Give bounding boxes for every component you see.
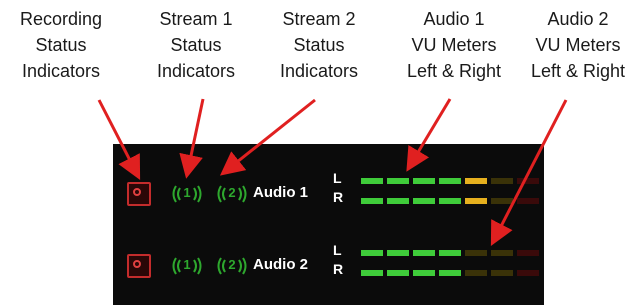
vu-segment (491, 270, 513, 276)
vu-segment (413, 198, 435, 204)
callout-line: Left & Right (530, 61, 626, 81)
vu-segment (413, 250, 435, 256)
stream2-status-icon: 2 (214, 182, 250, 206)
vu-segment (387, 178, 409, 184)
callout-stream2-status: Stream 2 Status Indicators (265, 6, 373, 84)
stream1-status-icon: 1 (169, 254, 205, 278)
callout-line: VU Meters (411, 35, 497, 55)
stream1-status-icon: 1 (169, 182, 205, 206)
callout-line: Status (170, 35, 222, 55)
vu-segment (517, 270, 539, 276)
callout-audio1-vu: Audio 1 VU Meters Left & Right (392, 6, 516, 84)
vu-segment (517, 178, 539, 184)
callout-recording-status: Recording Status Indicators (2, 6, 120, 84)
callout-line: Stream 1 (159, 9, 233, 29)
vu-segment (465, 198, 487, 204)
channel-left-label: L (333, 170, 342, 186)
record-ring (133, 188, 141, 196)
vu-segment (491, 250, 513, 256)
vu-segment (491, 198, 513, 204)
stream-number: 1 (183, 185, 191, 200)
vu-segment (361, 270, 383, 276)
callout-line: Stream 2 (282, 9, 356, 29)
callout-line: Indicators (156, 61, 236, 81)
record-icon[interactable] (127, 182, 151, 206)
channel-right-label: R (333, 189, 344, 205)
callout-line: Status (35, 35, 87, 55)
callout-stream1-status: Stream 1 Status Indicators (142, 6, 250, 84)
stream-number: 1 (183, 257, 191, 272)
record-ring (133, 260, 141, 268)
vu-segment (439, 250, 461, 256)
vu-segment (413, 178, 435, 184)
stream-number: 2 (228, 257, 236, 272)
channel-left-label: L (333, 242, 342, 258)
audio-label: Audio 2 (253, 256, 308, 273)
record-icon[interactable] (127, 254, 151, 278)
status-panel: 1 2 Audio 1 L R 1 2 Audio 2 L R (113, 144, 544, 305)
callout-line: Recording (19, 9, 103, 29)
vu-segment (413, 270, 435, 276)
callout-line: Left & Right (406, 61, 502, 81)
audio-label: Audio 1 (253, 184, 308, 201)
stream2-status-icon: 2 (214, 254, 250, 278)
audio-row-1: 1 2 Audio 1 L R (113, 170, 544, 218)
vu-segment (465, 270, 487, 276)
vu-segment (387, 198, 409, 204)
callout-line: Indicators (279, 61, 359, 81)
vu-segment (361, 250, 383, 256)
callout-line: VU Meters (535, 35, 621, 55)
callout-audio2-vu: Audio 2 VU Meters Left & Right (520, 6, 635, 84)
vu-segment (439, 178, 461, 184)
callout-line: Audio 2 (547, 9, 609, 29)
channel-right-label: R (333, 261, 344, 277)
vu-segment (465, 250, 487, 256)
callout-line: Audio 1 (423, 9, 485, 29)
vu-segment (491, 178, 513, 184)
vu-segment (387, 250, 409, 256)
vu-segment (439, 270, 461, 276)
vu-segment (361, 198, 383, 204)
vu-segment (439, 198, 461, 204)
vu-segment (361, 178, 383, 184)
vu-segment (387, 270, 409, 276)
vu-segment (465, 178, 487, 184)
vu-segment (517, 198, 539, 204)
audio-row-2: 1 2 Audio 2 L R (113, 242, 544, 290)
stream-number: 2 (228, 185, 236, 200)
vu-segment (517, 250, 539, 256)
callout-line: Status (293, 35, 345, 55)
callout-line: Indicators (21, 61, 101, 81)
